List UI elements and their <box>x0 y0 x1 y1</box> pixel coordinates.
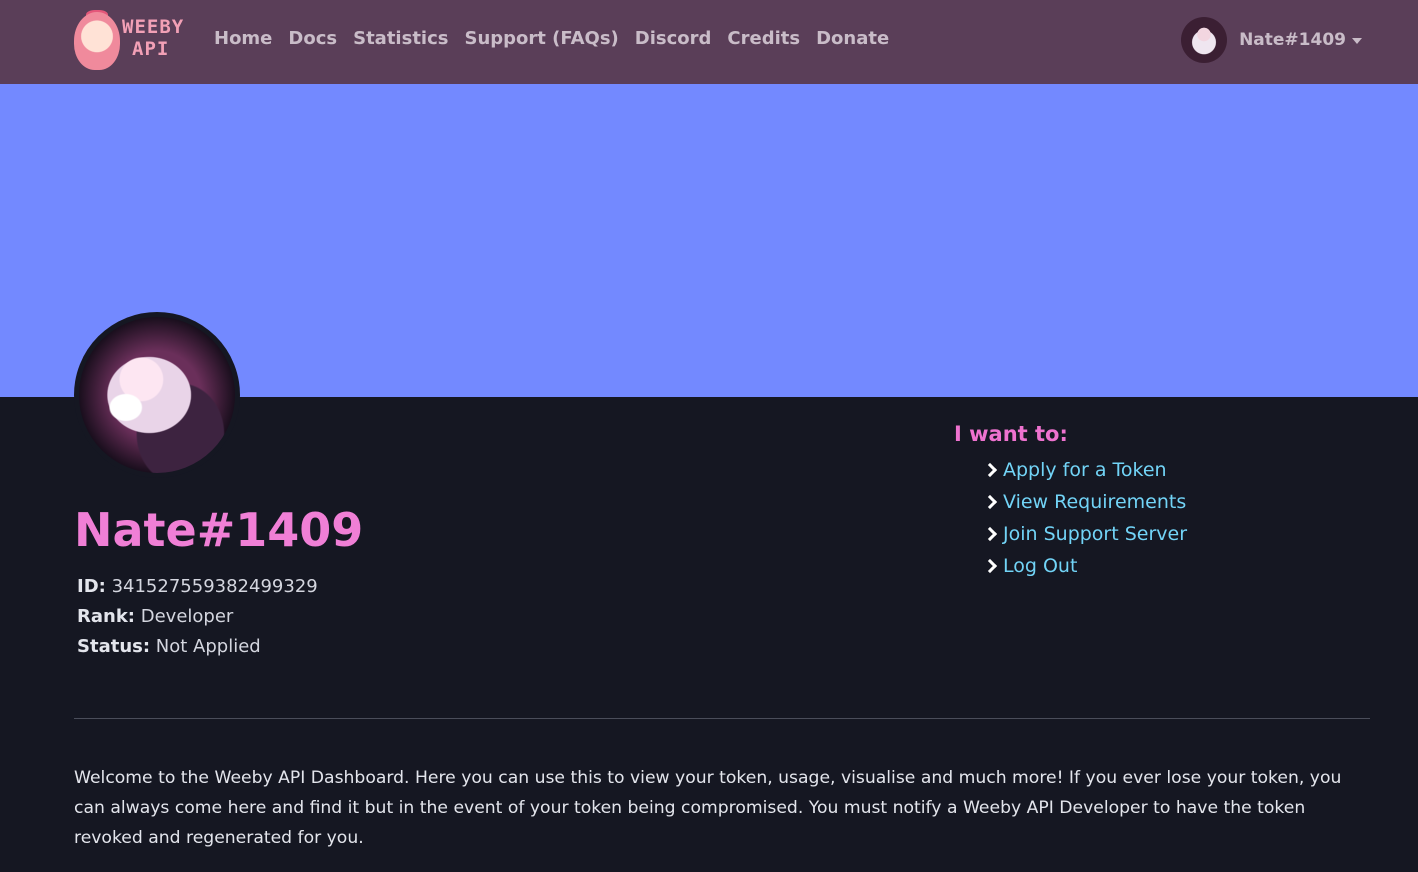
action-apply-token[interactable]: Apply for a Token <box>982 454 1187 486</box>
action-log-out-link[interactable]: Log Out <box>1003 555 1077 577</box>
nav-link-support[interactable]: Support (FAQs) <box>464 27 618 51</box>
profile-id-label: ID: <box>77 576 106 597</box>
welcome-text: Welcome to the Weeby API Dashboard. Here… <box>74 768 1342 848</box>
actions-panel: I want to: Apply for a Token View Requir… <box>954 420 1187 582</box>
caret-down-icon <box>1352 38 1362 44</box>
chevron-right-icon <box>982 558 998 574</box>
action-view-requirements[interactable]: View Requirements <box>982 486 1187 518</box>
actions-title: I want to: <box>954 422 1068 446</box>
logo-text: WEEBY API <box>122 16 184 60</box>
user-menu-dropdown[interactable]: Nate#1409 <box>1181 17 1362 63</box>
nav-link-discord[interactable]: Discord <box>635 27 712 51</box>
chevron-right-icon <box>982 526 998 542</box>
navbar: WEEBY API Home Docs Statistics Support (… <box>0 0 1418 84</box>
profile-id-value: 341527559382499329 <box>111 576 318 597</box>
nav-links: Home Docs Statistics Support (FAQs) Disc… <box>214 27 905 51</box>
profile-rank-row: Rank: Developer <box>77 602 318 632</box>
nav-link-donate[interactable]: Donate <box>816 27 889 51</box>
profile-status-label: Status: <box>77 636 151 657</box>
nav-username: Nate#1409 <box>1239 30 1346 50</box>
nav-avatar <box>1181 17 1228 63</box>
profile-name: Nate#1409 <box>74 503 364 557</box>
profile-info: ID: 341527559382499329 Rank: Developer S… <box>77 572 318 662</box>
logo-mascot-icon <box>74 12 120 70</box>
profile-avatar <box>74 312 240 478</box>
weeby-api-logo[interactable]: WEEBY API <box>72 10 190 72</box>
chevron-right-icon <box>982 494 998 510</box>
nav-link-docs[interactable]: Docs <box>288 27 337 51</box>
chevron-right-icon <box>982 462 998 478</box>
action-join-support-link[interactable]: Join Support Server <box>1003 523 1187 545</box>
profile-rank-value: Developer <box>140 606 234 627</box>
nav-link-credits[interactable]: Credits <box>727 27 800 51</box>
logo-text-line1: WEEBY <box>122 16 185 38</box>
profile-rank-label: Rank: <box>77 606 135 627</box>
section-divider <box>74 718 1370 719</box>
profile-status-value: Not Applied <box>155 636 261 657</box>
action-apply-token-link[interactable]: Apply for a Token <box>1003 459 1167 481</box>
profile-status-row: Status: Not Applied <box>77 632 318 662</box>
action-view-requirements-link[interactable]: View Requirements <box>1003 491 1186 513</box>
action-join-support[interactable]: Join Support Server <box>982 518 1187 550</box>
action-list: Apply for a Token View Requirements Join… <box>954 454 1187 582</box>
action-log-out[interactable]: Log Out <box>982 550 1187 582</box>
logo-text-line2: API <box>132 38 170 60</box>
nav-link-home[interactable]: Home <box>214 27 272 51</box>
nav-link-statistics[interactable]: Statistics <box>353 27 448 51</box>
profile-id-row: ID: 341527559382499329 <box>77 572 318 602</box>
